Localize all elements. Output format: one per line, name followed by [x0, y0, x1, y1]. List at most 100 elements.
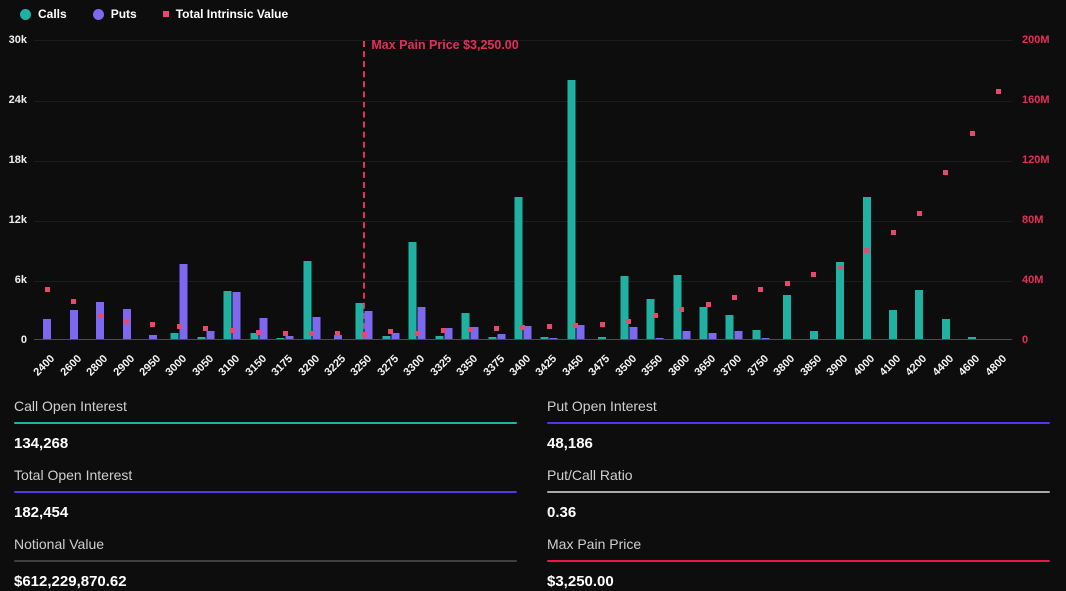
intrinsic-value-dot	[838, 265, 843, 270]
stat-label: Notional Value	[14, 536, 517, 552]
intrinsic-value-dot	[124, 319, 129, 324]
x-axis-label: 3000	[164, 353, 190, 379]
x-axis-label: 2900	[111, 353, 137, 379]
chart-slot	[166, 41, 192, 339]
stat-value: 0.36	[547, 504, 1050, 522]
y-axis-tick-left: 24k	[0, 94, 27, 106]
chart-slot	[616, 41, 642, 339]
y-axis-tick-left: 18k	[0, 154, 27, 166]
calls-bar	[567, 80, 575, 339]
x-axis-label: 3100	[217, 353, 243, 379]
x-axis-label: 4600	[957, 353, 983, 379]
chart-slot	[695, 41, 721, 339]
stat-accent-line	[547, 491, 1050, 493]
chart-slot	[87, 41, 113, 339]
y-axis-tick-right: 40M	[1022, 274, 1043, 286]
stat-label: Call Open Interest	[14, 398, 517, 414]
chart-slot	[245, 41, 271, 339]
x-axis-label: 3375	[481, 353, 507, 379]
x-axis-label: 3150	[243, 353, 269, 379]
calls-bar	[541, 337, 549, 339]
intrinsic-value-dot	[230, 328, 235, 333]
intrinsic-value-dot	[98, 313, 103, 318]
y-axis-tick-left: 30k	[0, 34, 27, 46]
x-axis-label: 3225	[322, 353, 348, 379]
intrinsic-value-dot	[917, 211, 922, 216]
intrinsic-value-dot	[626, 319, 631, 324]
puts-bar	[259, 318, 267, 339]
calls-bar	[863, 197, 871, 339]
stat-value: 182,454	[14, 504, 517, 522]
stat-value: 48,186	[547, 435, 1050, 453]
calls-bar	[889, 310, 897, 339]
legend-label-puts: Puts	[111, 7, 137, 21]
chart-slot	[906, 41, 932, 339]
calls-bar	[409, 242, 417, 339]
puts-bar	[96, 302, 104, 339]
x-axis-label: 3600	[666, 353, 692, 379]
puts-bar	[656, 338, 664, 340]
puts-bar	[497, 334, 505, 339]
calls-bar	[915, 290, 923, 339]
chart-slot	[563, 41, 589, 339]
intrinsic-value-dot	[335, 331, 340, 336]
chart-slot	[325, 41, 351, 339]
y-axis-tick-right: 120M	[1022, 154, 1050, 166]
x-axis-label: 2950	[137, 353, 163, 379]
stat-card-max-pain-price: Max Pain Price $3,250.00	[547, 536, 1050, 591]
legend-item-calls[interactable]: Calls	[20, 7, 67, 21]
chart-slot	[986, 41, 1012, 339]
puts-bar	[286, 336, 294, 339]
puts-bar	[735, 331, 743, 339]
x-axis-label: 3650	[692, 353, 718, 379]
x-axis-label: 3325	[428, 353, 454, 379]
stat-label: Put/Call Ratio	[547, 467, 1050, 483]
calls-bar	[836, 262, 844, 339]
x-axis-label: 3350	[455, 353, 481, 379]
intrinsic-value-dot	[468, 327, 473, 332]
calls-bar	[197, 337, 205, 339]
chart-slot	[34, 41, 60, 339]
calls-bar	[171, 333, 179, 339]
chart-slot	[827, 41, 853, 339]
stats-grid: Call Open Interest 134,268 Put Open Inte…	[0, 388, 1066, 591]
stat-value: 134,268	[14, 435, 517, 453]
calls-bar	[598, 337, 606, 340]
chart-slot	[378, 41, 404, 339]
intrinsic-value-dot	[203, 326, 208, 331]
calls-bar	[435, 336, 443, 339]
chart-slot	[959, 41, 985, 339]
intrinsic-value-legend-icon	[163, 11, 169, 17]
intrinsic-value-dot	[283, 331, 288, 336]
x-axis-label: 4000	[851, 353, 877, 379]
puts-bar	[43, 319, 51, 339]
chart-slot	[113, 41, 139, 339]
stat-label: Put Open Interest	[547, 398, 1050, 414]
intrinsic-value-dot	[520, 325, 525, 330]
stat-label: Max Pain Price	[547, 536, 1050, 552]
intrinsic-value-dot	[653, 313, 658, 318]
calls-bar	[620, 276, 628, 339]
stat-accent-line	[14, 491, 517, 493]
x-axis-label: 3300	[402, 353, 428, 379]
x-axis-label: 4100	[877, 353, 903, 379]
chart-slot	[880, 41, 906, 339]
intrinsic-value-dot	[785, 281, 790, 286]
calls-bar	[700, 307, 708, 339]
chart-slot	[774, 41, 800, 339]
x-axis-label: 3050	[190, 353, 216, 379]
chart-slot	[642, 41, 668, 339]
intrinsic-value-dot	[706, 302, 711, 307]
chart-slot	[430, 41, 456, 339]
legend-item-total-intrinsic-value[interactable]: Total Intrinsic Value	[163, 7, 288, 21]
stat-card-put-call-ratio: Put/Call Ratio 0.36	[547, 467, 1050, 522]
intrinsic-value-dot	[547, 324, 552, 329]
intrinsic-value-dot	[758, 287, 763, 292]
x-axis-label: 3200	[296, 353, 322, 379]
intrinsic-value-dot	[177, 324, 182, 329]
chart-slot	[668, 41, 694, 339]
legend-item-puts[interactable]: Puts	[93, 7, 137, 21]
x-axis-label: 3850	[798, 353, 824, 379]
puts-bar	[312, 317, 320, 339]
chart-slot	[351, 41, 377, 339]
